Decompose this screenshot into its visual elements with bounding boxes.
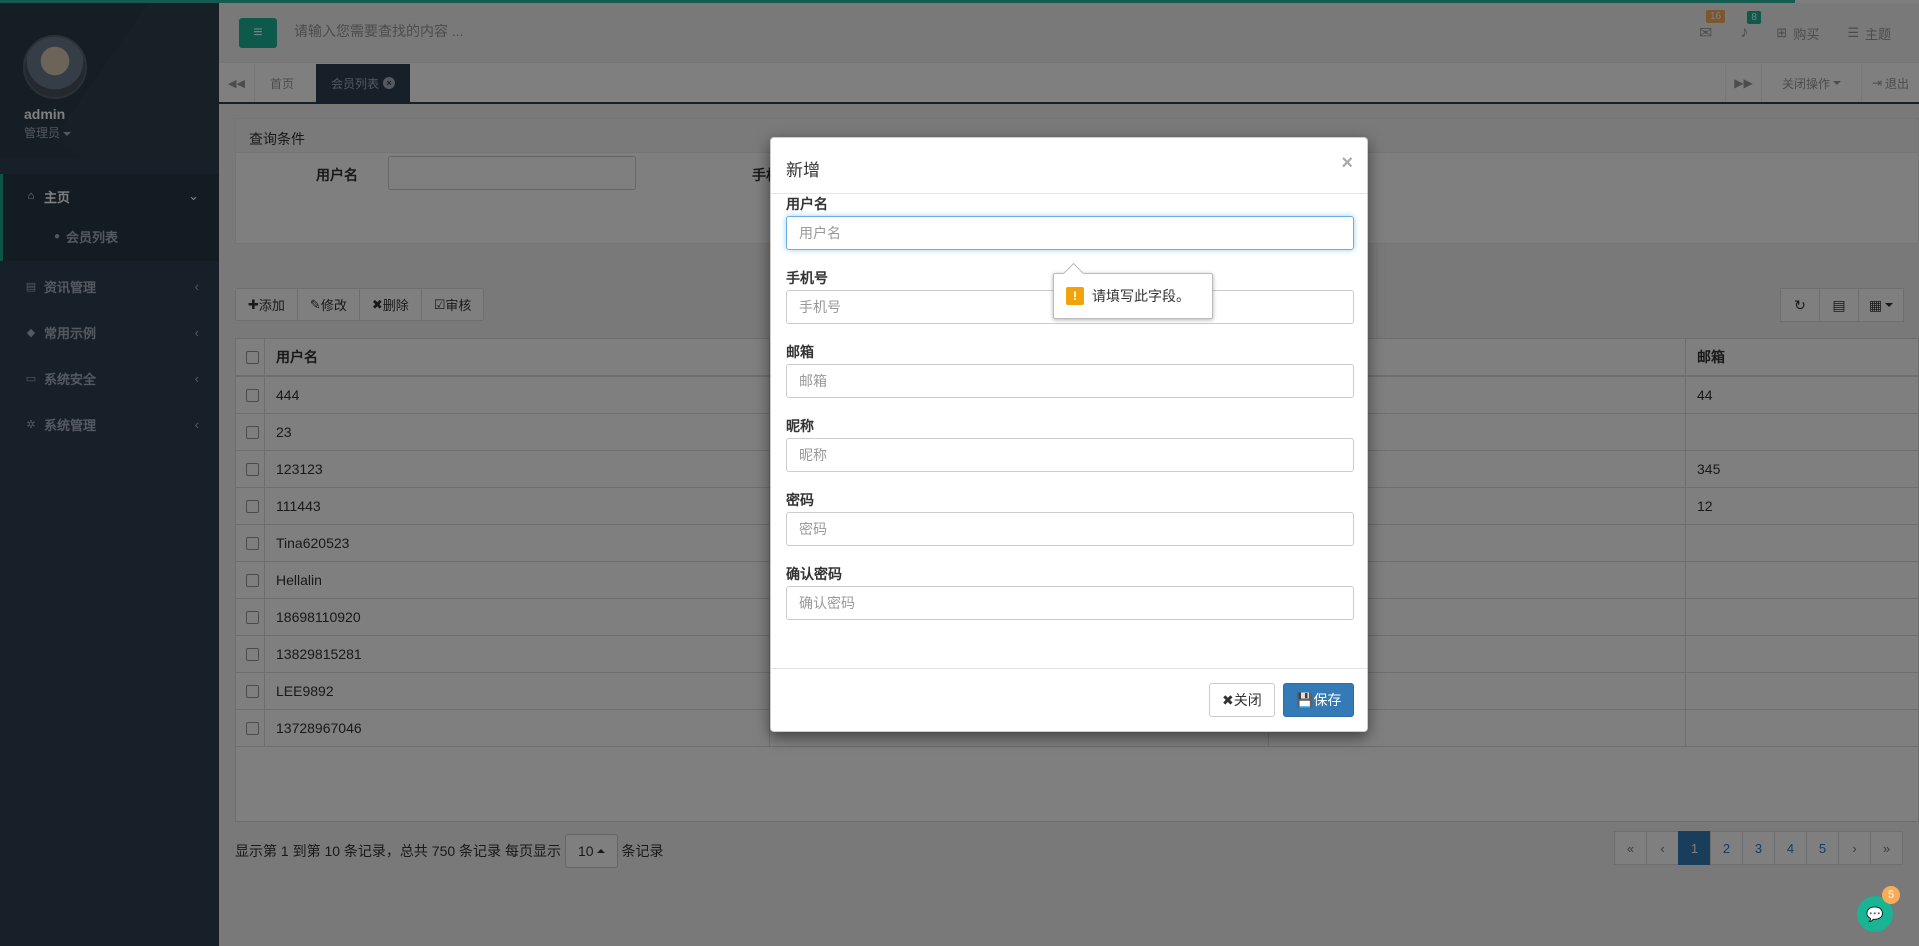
validation-tooltip: ! 请填写此字段。 bbox=[1053, 273, 1213, 319]
warning-icon: ! bbox=[1066, 287, 1084, 305]
validation-message: 请填写此字段。 bbox=[1092, 288, 1190, 304]
save-button[interactable]: 💾 保存 bbox=[1283, 683, 1355, 717]
dialog-header: 新增 × bbox=[771, 138, 1367, 194]
floppy-icon: 💾 bbox=[1296, 691, 1314, 708]
field-input[interactable]: 确认密码 bbox=[786, 586, 1354, 620]
field-label: 邮箱 bbox=[786, 344, 814, 360]
add-member-dialog: 新增 × 用户名 用户名 手机号 手机号 邮箱 邮箱 昵称 昵称 密码 密码 确认密码 确认密码 ✖ 关… bbox=[770, 137, 1368, 732]
close-button[interactable]: ✖ 关闭 bbox=[1209, 683, 1275, 717]
field-input[interactable]: 昵称 bbox=[786, 438, 1354, 472]
remove-icon: ✖ bbox=[1222, 691, 1234, 708]
comments-icon: 💬 bbox=[1866, 905, 1884, 922]
close-icon[interactable]: × bbox=[1341, 152, 1353, 175]
field-input[interactable]: 用户名 bbox=[786, 216, 1354, 250]
dialog-footer: ✖ 关闭 💾 保存 bbox=[771, 668, 1367, 732]
field-label: 用户名 bbox=[786, 196, 828, 212]
field-label: 昵称 bbox=[786, 418, 814, 434]
field-label: 手机号 bbox=[786, 270, 828, 286]
field-label: 密码 bbox=[786, 492, 814, 508]
dialog-title: 新增 bbox=[786, 161, 820, 180]
chat-badge: 5 bbox=[1882, 886, 1900, 904]
field-input[interactable]: 邮箱 bbox=[786, 364, 1354, 398]
chat-button[interactable]: 💬 5 bbox=[1857, 886, 1900, 932]
field-input[interactable]: 密码 bbox=[786, 512, 1354, 546]
field-label: 确认密码 bbox=[786, 566, 842, 582]
